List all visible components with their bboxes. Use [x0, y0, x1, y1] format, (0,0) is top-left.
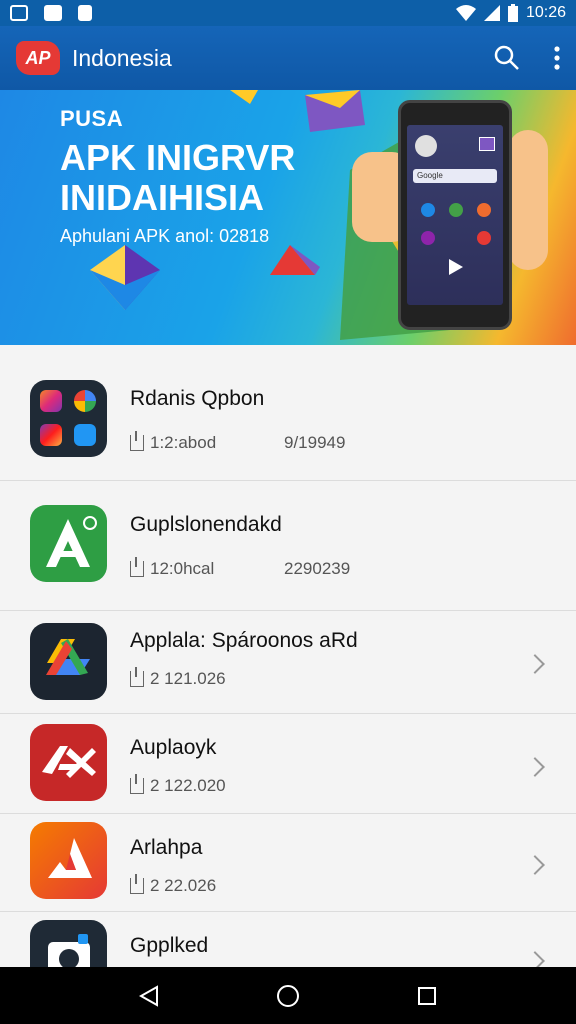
phone-search-bar: Google	[413, 169, 497, 183]
drive-icon	[46, 639, 90, 675]
app-title: Indonesia	[72, 44, 172, 71]
app-size: 2 22.026	[150, 876, 217, 895]
banner-headline-line2: INIDAIHISIA	[60, 177, 265, 218]
app-bar: AP Indonesia	[0, 26, 576, 90]
phone-illustration: Google	[398, 100, 512, 330]
decor-pyramid-shape	[90, 245, 160, 310]
chevron-right-icon	[525, 654, 545, 674]
chevron-right-icon	[525, 855, 545, 875]
instagram-icon	[40, 390, 62, 412]
download-icon	[130, 874, 144, 894]
app-name: Auplaoyk	[130, 736, 217, 759]
camera-app-icon	[48, 934, 90, 967]
app-name: Guplslonendakd	[130, 513, 282, 536]
system-nav-bar	[0, 967, 576, 1024]
app-size: 12:0hcal	[150, 559, 215, 578]
clock: 10:26	[525, 4, 566, 21]
delta-icon	[48, 838, 92, 878]
banner-subtitle: Aphulani APK anol: 02818	[60, 226, 270, 246]
app-date: 9/19949	[284, 433, 346, 452]
wifi-icon	[455, 5, 476, 21]
app-size: 2 121.026	[150, 669, 226, 688]
battery-icon	[507, 4, 518, 22]
letter-a-icon	[46, 516, 97, 567]
list-item[interactable]: Guplslonendakd 12:0hcal 2290239	[0, 481, 576, 611]
recents-icon[interactable]	[417, 986, 437, 1006]
banner-headline: APK INIGRVR INIDAIHISIA	[60, 138, 380, 218]
download-icon	[130, 774, 144, 794]
list-item[interactable]: Gpplked	[0, 912, 576, 967]
phone-app-dot-icon	[421, 203, 435, 217]
list-item[interactable]: Rdanis Qpbon 1:2:abod 9/19949	[0, 345, 576, 481]
download-icon	[130, 667, 144, 687]
more-options-icon[interactable]	[554, 46, 560, 70]
download-icon	[130, 431, 144, 451]
app-list: Rdanis Qpbon 1:2:abod 9/19949 Guplslonen…	[0, 345, 576, 967]
search-icon[interactable]	[494, 45, 520, 71]
phone-screen: Google	[407, 125, 503, 305]
app-icon-arlahpa	[30, 822, 107, 899]
app-date: 2290239	[284, 559, 351, 578]
phone-app-dot-icon	[421, 231, 435, 245]
app-name: Arlahpa	[130, 836, 203, 859]
phone-avatar-icon	[415, 135, 437, 157]
app-icon-guplslonendakd	[30, 505, 107, 582]
phone-app-dot-icon	[449, 203, 463, 217]
app-size: 1:2:abod	[150, 433, 217, 452]
decor-small-pyramid-shape	[270, 245, 320, 275]
promo-banner[interactable]: PUSA APK INIGRVR INIDAIHISIA Aphulani AP…	[0, 90, 576, 345]
list-item[interactable]: Auplaoyk 2 122.020	[0, 714, 576, 814]
play-icon	[449, 259, 463, 275]
list-item[interactable]: Arlahpa 2 22.026	[0, 814, 576, 912]
app-icon-rdanis	[30, 380, 107, 457]
back-icon[interactable]	[138, 984, 159, 1007]
banner-kicker: PUSA	[60, 106, 124, 131]
phone-app-dot-icon	[477, 231, 491, 245]
decor-cube-shape	[305, 90, 365, 132]
tools-icon	[74, 424, 96, 446]
download-icon	[130, 557, 144, 577]
status-bar: 10:26	[0, 0, 576, 26]
camera-icon	[40, 424, 62, 446]
app-name: Applala: Spároonos aRd	[130, 629, 358, 652]
right-hand-illustration	[508, 130, 548, 270]
app-icon-gpplked	[30, 920, 107, 967]
chevron-right-icon	[525, 951, 545, 967]
app-name: Gpplked	[130, 934, 209, 957]
app-logo: AP	[16, 41, 60, 75]
gallery-notification-icon	[10, 5, 28, 21]
app-icon-auplaoyk	[30, 724, 107, 801]
app-icon-applala	[30, 623, 107, 700]
chevron-right-icon	[525, 757, 545, 777]
file-notification-icon	[78, 5, 92, 21]
decor-shape	[230, 90, 258, 104]
star-logo-icon	[42, 746, 96, 778]
app-size: 2 122.020	[150, 776, 226, 795]
message-notification-icon	[44, 5, 62, 21]
list-item[interactable]: Applala: Spároonos aRd 2 121.026	[0, 611, 576, 714]
phone-app-dot-icon	[477, 203, 491, 217]
signal-icon	[483, 5, 500, 21]
home-icon[interactable]	[276, 984, 300, 1008]
photos-icon	[74, 390, 96, 412]
banner-headline-line1: APK INIGRVR	[60, 137, 296, 178]
app-name: Rdanis Qpbon	[130, 387, 265, 410]
phone-app-icon	[479, 137, 495, 151]
